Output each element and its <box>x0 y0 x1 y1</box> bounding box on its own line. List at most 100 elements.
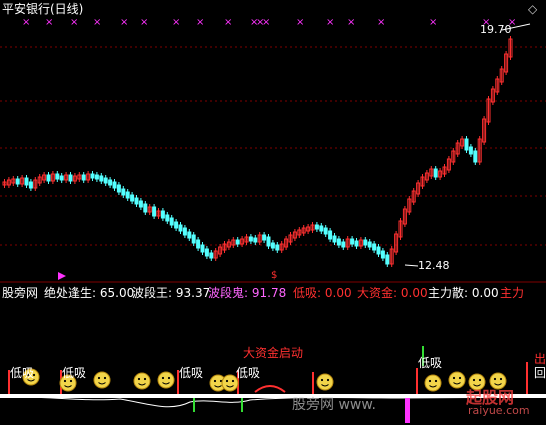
candle-body <box>116 184 121 193</box>
cross-marker: × <box>45 17 53 28</box>
candle-body <box>332 235 337 243</box>
cross-marker: × <box>172 17 180 28</box>
emoji-eye <box>225 379 229 383</box>
candle-body <box>372 243 377 251</box>
watermark-sub: raiyue.com <box>468 404 530 417</box>
indicator-boduangui: 波段鬼: 91.78 <box>208 286 287 300</box>
back-signal-label: 回 <box>534 366 546 380</box>
green-signal-bar <box>193 398 195 412</box>
candle-body <box>196 239 201 249</box>
candle-body <box>235 239 240 245</box>
candle-body <box>350 238 355 245</box>
cross-marker: × <box>347 17 355 28</box>
candle-body <box>112 181 117 189</box>
candle-body <box>130 194 135 202</box>
emoji-eye <box>434 379 438 383</box>
candle-body <box>248 236 253 242</box>
emoji-eye <box>499 377 503 381</box>
candle-body <box>81 174 86 181</box>
emoji-face <box>424 374 442 392</box>
out-signal-label: 出 <box>534 352 546 366</box>
kline-chart[interactable]: × × × × × × × × × ××× × × × × × × × $ <box>0 0 546 425</box>
emoji-eye <box>472 378 476 382</box>
candle-body <box>103 177 108 184</box>
candle-body <box>209 252 214 259</box>
emoji-eye <box>320 378 324 382</box>
cross-marker: × <box>140 17 148 28</box>
candle-body <box>169 217 174 226</box>
candle-body <box>165 214 170 222</box>
candle-body <box>200 244 205 253</box>
emoji-eye <box>326 378 330 382</box>
candle-body <box>28 181 33 189</box>
magenta-signal-bar <box>405 398 410 423</box>
candle-body <box>15 178 20 185</box>
emoji-eye <box>161 376 165 380</box>
cross-marker: × <box>296 17 304 28</box>
candlestick-series <box>2 36 513 267</box>
low-buy-label: 低吸 <box>62 366 87 380</box>
indicator-dixi: 低吸: 0.00 <box>293 286 352 300</box>
candle-body <box>59 175 64 181</box>
candle-body <box>262 234 267 241</box>
candle-body <box>90 173 95 179</box>
cross-marker: × <box>377 17 385 28</box>
candle-body <box>178 224 183 232</box>
candle-body <box>24 177 29 186</box>
candle-body <box>319 225 324 232</box>
candle-body <box>367 241 372 248</box>
candle-body <box>191 234 196 244</box>
candle-body <box>253 237 258 243</box>
candle-body <box>376 246 381 255</box>
low-price-arrow <box>404 264 419 267</box>
emoji-eye <box>493 377 497 381</box>
cross-marker: × <box>326 17 334 28</box>
emoji-face <box>93 371 111 389</box>
candle-body <box>68 174 73 182</box>
marker-dollar: $ <box>271 270 277 281</box>
high-price-label: 19.70 <box>480 23 512 36</box>
emoji-eye <box>137 377 141 381</box>
cross-marker: × <box>120 17 128 28</box>
candle-body <box>328 230 333 240</box>
indicator-name[interactable]: 股旁网 <box>2 286 38 300</box>
candle-body <box>314 224 319 230</box>
indicator-zhuli: 主力 <box>500 286 525 300</box>
big-capital-start-label: 大资金启动 <box>243 346 304 360</box>
candle-body <box>341 241 346 248</box>
candle-body <box>121 188 126 196</box>
indicator-boduanwang: 波段王: 93.37 <box>132 286 211 300</box>
candle-body <box>433 168 438 178</box>
stock-name: 平安银行(日线) <box>2 2 84 16</box>
emoji-eye <box>143 377 147 381</box>
red-signal-bar <box>416 368 418 394</box>
candle-body <box>275 244 280 251</box>
emoji-eye <box>103 376 107 380</box>
emoji-eye <box>97 376 101 380</box>
emoji-face <box>133 372 151 390</box>
cross-marker: × <box>224 17 232 28</box>
candle-body <box>354 240 359 247</box>
cross-marker: × <box>93 17 101 28</box>
candle-body <box>266 236 271 247</box>
signal-crosses: × × × × × × × × × ××× × × × × × × × <box>22 17 516 28</box>
marker-triangle <box>58 272 66 280</box>
emoji-eye <box>167 376 171 380</box>
cross-marker: × <box>22 17 30 28</box>
candle-body <box>99 175 104 182</box>
candle-body <box>385 254 390 265</box>
low-buy-label: 低吸 <box>236 366 261 380</box>
candle-body <box>270 242 275 249</box>
candle-body <box>125 191 130 199</box>
candle-body <box>323 227 328 235</box>
cross-marker: × <box>196 17 204 28</box>
candle-body <box>55 173 60 180</box>
emoji-eye <box>452 376 456 380</box>
emoji-eye <box>478 378 482 382</box>
indicator-dazijin: 大资金: 0.00 <box>357 286 428 300</box>
indicator-zhulisan: 主力散: 0.00 <box>428 286 499 300</box>
red-signal-bar <box>526 362 528 394</box>
corner-diamond[interactable]: ◇ <box>528 2 537 16</box>
emoji-eye <box>428 379 432 383</box>
candle-body <box>138 200 143 208</box>
